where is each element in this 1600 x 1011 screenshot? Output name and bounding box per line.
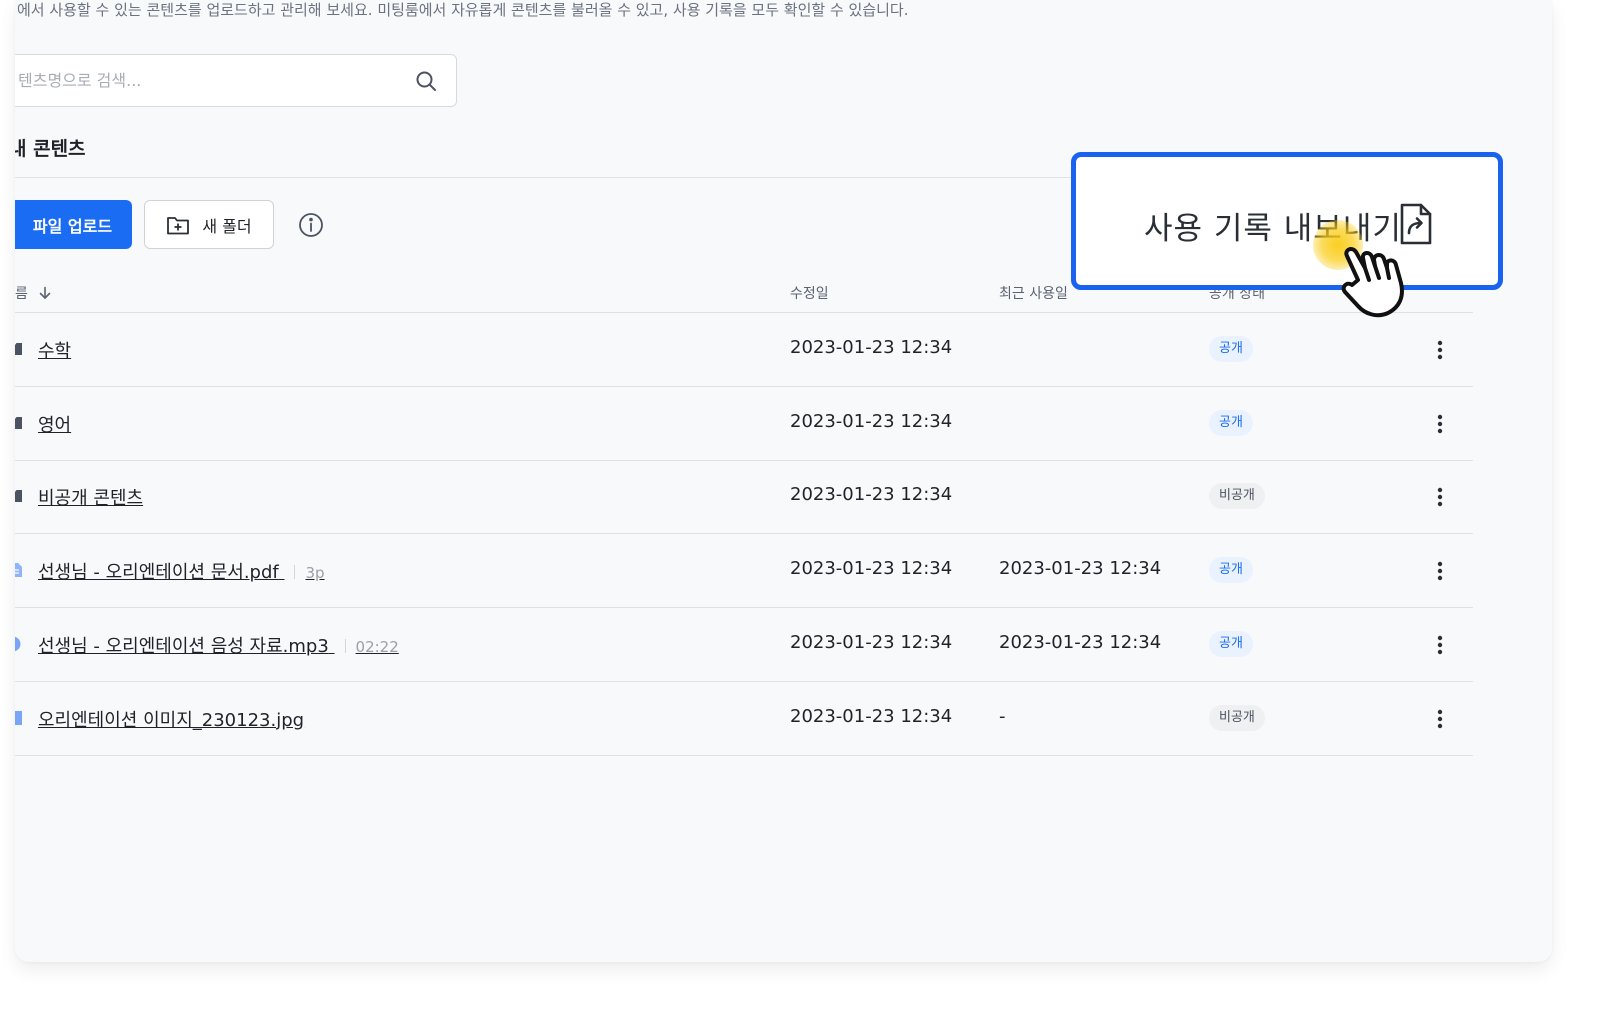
export-usage-button[interactable]: 사용 기록 내보내기: [1071, 152, 1503, 290]
page-description: 에서 사용할 수 있는 콘텐츠를 업로드하고 관리해 보세요. 미팅룸에서 자유…: [17, 1, 909, 19]
column-header-name-label: 름: [15, 286, 28, 302]
column-header-name[interactable]: 름: [15, 283, 52, 303]
more-options-icon[interactable]: [1436, 560, 1444, 582]
search-input[interactable]: [18, 55, 378, 106]
more-options-icon[interactable]: [1436, 708, 1444, 730]
row-name-text: 비공개 콘텐츠: [38, 488, 144, 510]
image-icon: [15, 710, 22, 725]
status-badge: 공개: [1209, 409, 1253, 436]
row-modified-date: 2023-01-23 12:34: [790, 705, 953, 727]
status-badge: 공개: [1209, 336, 1253, 362]
sort-arrow-down-icon[interactable]: [38, 286, 52, 300]
table-row[interactable]: 선생님 - 오리엔테이션 음성 자료.mp3 02:22 2023-01-23 1…: [15, 608, 1473, 682]
row-name-link[interactable]: 선생님 - 오리엔테이션 문서.pdf 3p: [38, 558, 325, 584]
status-badge: 비공개: [1209, 704, 1265, 731]
status-badge: 비공개: [1209, 483, 1265, 510]
new-folder-label: 새 폴더: [202, 216, 252, 236]
row-modified-date: 2023-01-23 12:34: [790, 410, 953, 432]
search-box: [15, 54, 457, 107]
column-header-last-used[interactable]: 최근 사용일: [999, 283, 1068, 303]
table-row[interactable]: 수학 2023-01-23 12:34 공개: [15, 313, 1473, 387]
more-options-icon[interactable]: [1436, 339, 1444, 361]
row-modified-date: 2023-01-23 12:34: [790, 558, 953, 580]
new-folder-button[interactable]: 새 폴더: [144, 200, 274, 249]
folder-icon: [15, 490, 22, 503]
more-options-icon[interactable]: [1436, 634, 1444, 656]
row-meta-text: 02:22: [355, 637, 399, 656]
section-divider: [15, 177, 1075, 178]
folder-plus-icon: [167, 216, 190, 234]
row-name-link[interactable]: 선생님 - 오리엔테이션 음성 자료.mp3 02:22: [38, 632, 399, 658]
folder-icon: [15, 416, 22, 429]
table-row[interactable]: 선생님 - 오리엔테이션 문서.pdf 3p 2023-01-23 12:34 20…: [15, 534, 1473, 609]
row-last-used-date: -: [999, 705, 1006, 727]
table-row[interactable]: 영어 2023-01-23 12:34 공개: [15, 387, 1473, 461]
row-meta: 02:22: [335, 638, 399, 656]
folder-icon: [15, 343, 22, 355]
row-modified-date: 2023-01-23 12:34: [790, 631, 953, 653]
row-name-link[interactable]: 수학: [38, 337, 71, 363]
status-badge: 공개: [1209, 557, 1253, 584]
row-name-link[interactable]: 오리엔테이션 이미지_230123.jpg: [38, 706, 304, 732]
row-name-link[interactable]: 영어: [38, 411, 71, 437]
row-name-text: 오리엔테이션 이미지_230123.jpg: [38, 709, 305, 731]
hand-pointer-cursor-icon: [1341, 247, 1404, 318]
status-badge: 공개: [1209, 630, 1253, 657]
row-meta-text: 3p: [305, 564, 325, 583]
content-panel: 에서 사용할 수 있는 콘텐츠를 업로드하고 관리해 보세요. 미팅룸에서 자유…: [15, 0, 1552, 962]
row-last-used-date: 2023-01-23 12:34: [999, 558, 1162, 580]
table-row[interactable]: 비공개 콘텐츠 2023-01-23 12:34 비공개: [15, 460, 1473, 535]
pdf-icon: [15, 563, 22, 578]
audio-icon: [15, 636, 21, 652]
row-name-text: 선생님 - 오리엔테이션 문서.pdf: [38, 562, 279, 584]
row-name-text: 영어: [38, 414, 72, 436]
more-options-icon[interactable]: [1436, 413, 1444, 435]
file-upload-button[interactable]: 파일 업로드: [15, 200, 132, 249]
column-header-modified[interactable]: 수정일: [790, 283, 829, 303]
row-modified-date: 2023-01-23 12:34: [790, 484, 953, 506]
row-modified-date: 2023-01-23 12:34: [790, 337, 953, 358]
row-meta: 3p: [284, 564, 325, 583]
info-icon[interactable]: [298, 212, 324, 238]
row-name-text: 수학: [38, 341, 72, 362]
search-icon[interactable]: [414, 69, 438, 93]
row-name-text: 선생님 - 오리엔테이션 음성 자료.mp3: [38, 635, 329, 657]
more-options-icon[interactable]: [1436, 486, 1444, 508]
row-last-used-date: 2023-01-23 12:34: [999, 631, 1162, 653]
row-name-link[interactable]: 비공개 콘텐츠: [38, 484, 143, 510]
table-row[interactable]: 오리엔테이션 이미지_230123.jpg 2023-01-23 12:34 - 비공…: [15, 682, 1473, 756]
section-title: 내 콘텐츠: [15, 138, 86, 160]
